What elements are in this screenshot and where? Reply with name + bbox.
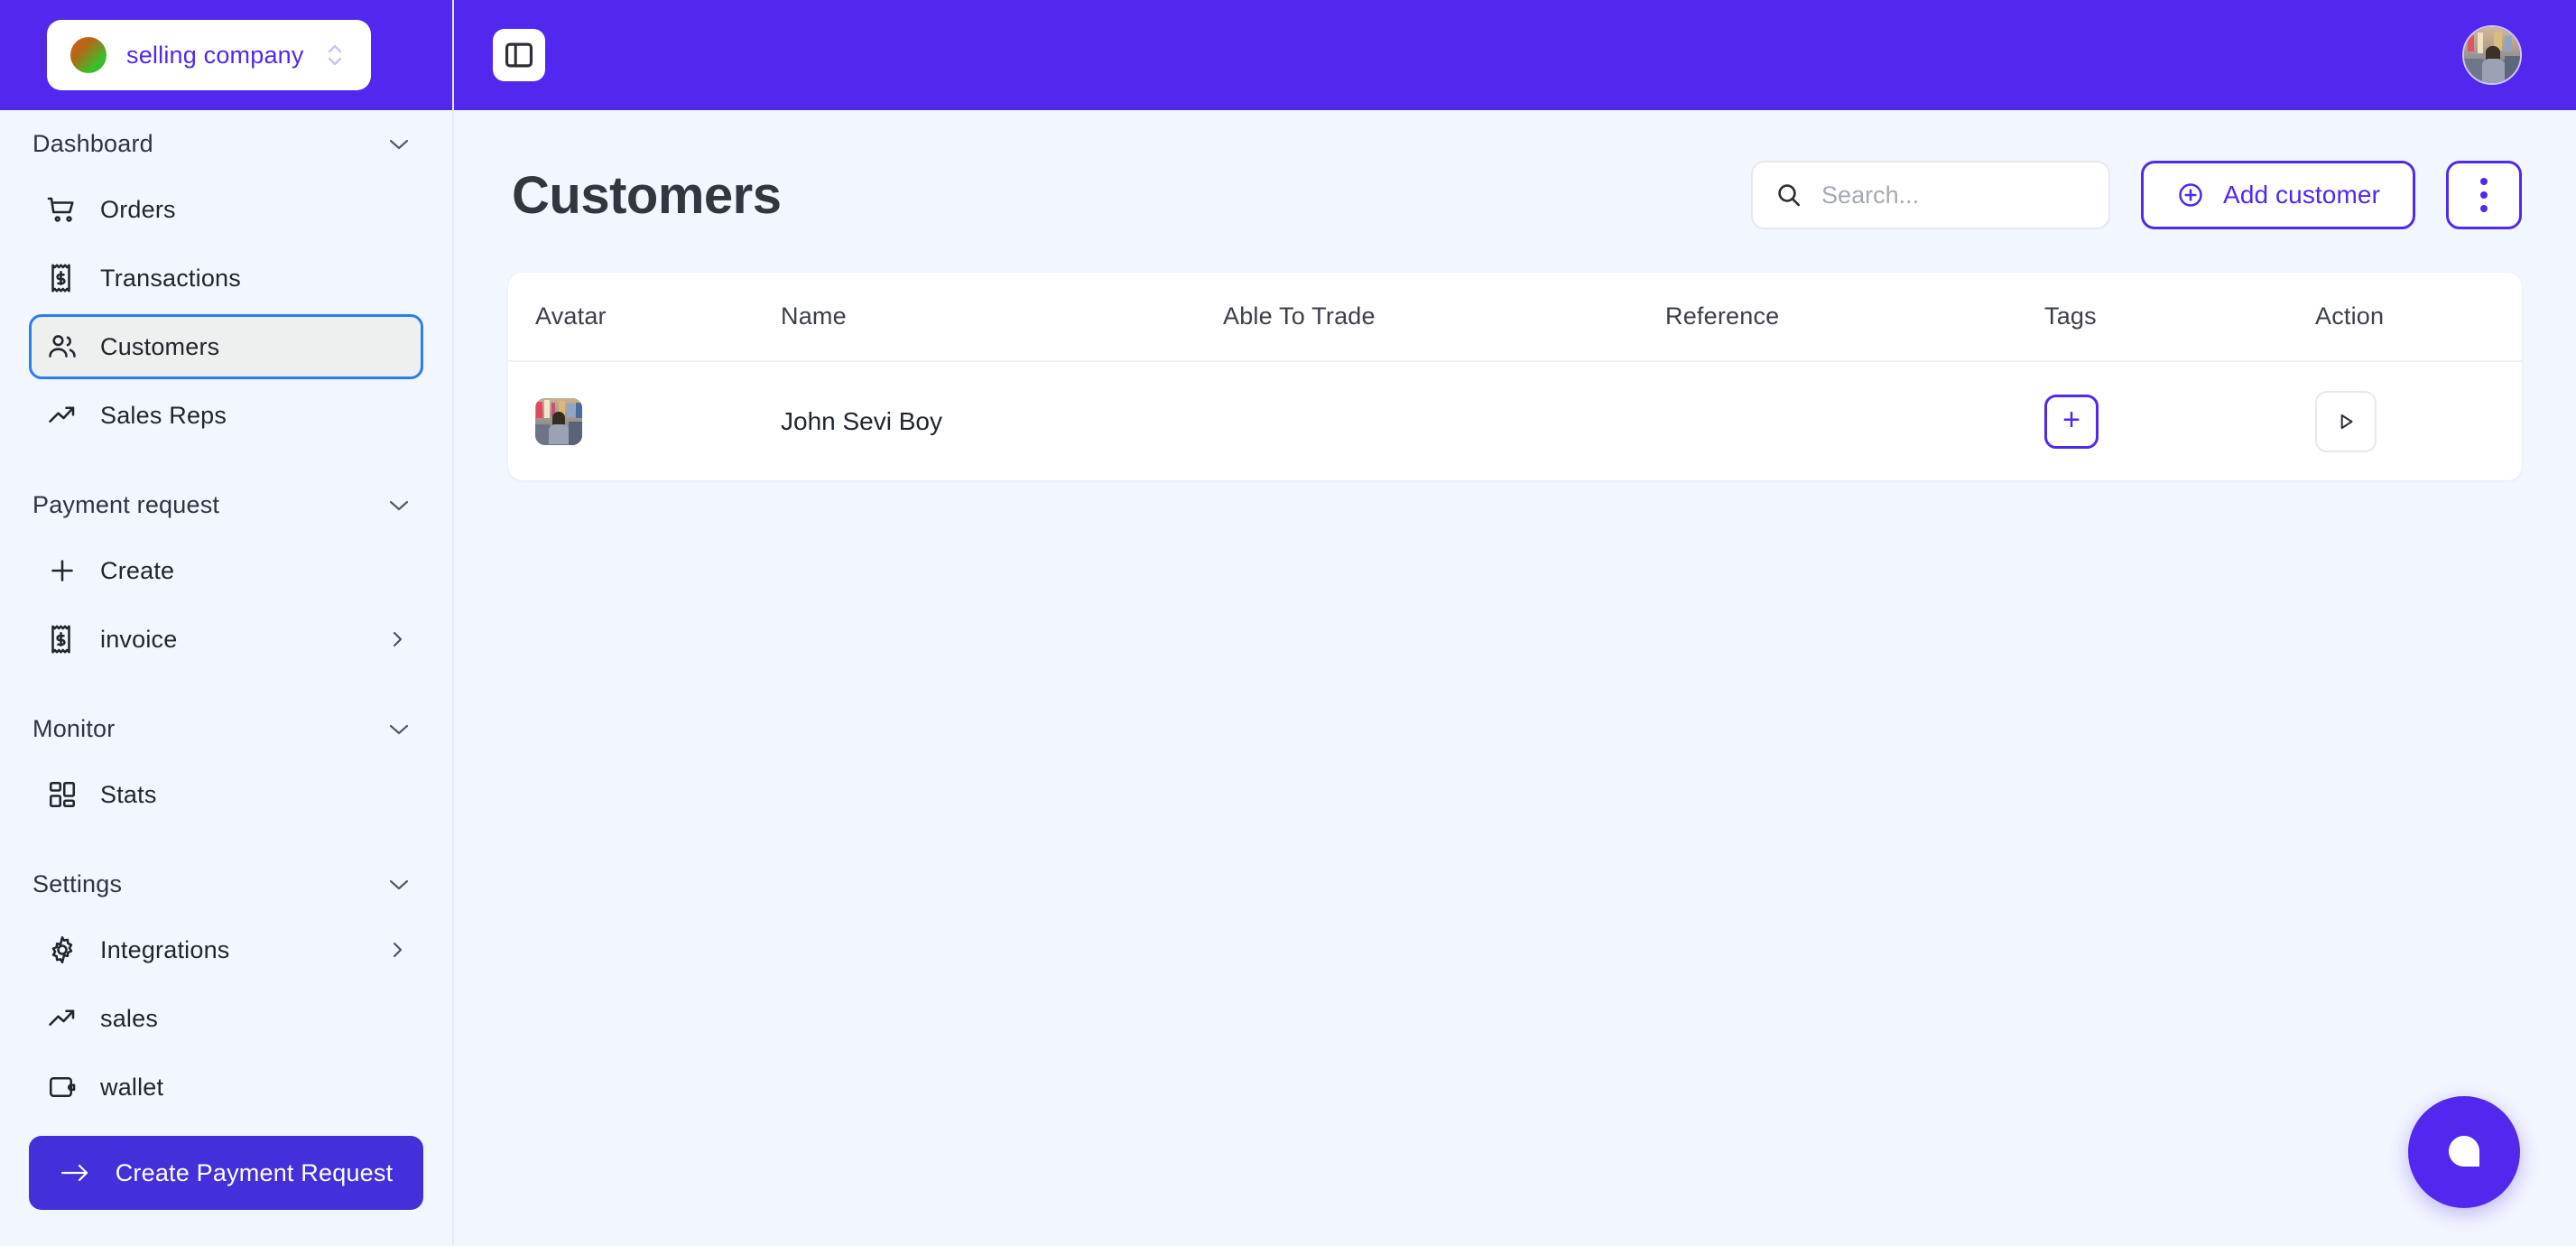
sidebar-group-label: Settings [32,869,123,897]
table-row[interactable]: John Sevi Boy + [508,361,2522,480]
customers-table: Avatar Name Able To Trade Reference Tags… [508,273,2522,480]
circle-plus-icon [2176,181,2205,209]
sidebar-item-integrations[interactable]: Integrations [29,917,423,982]
main-area: Customers Search... Add customer Avatar … [454,0,2576,1246]
customers-table-card: Avatar Name Able To Trade Reference Tags… [508,273,2522,480]
add-customer-label: Add customer [2223,181,2380,209]
sidebar-item-invoice[interactable]: invoice [29,607,423,672]
sidebar-item-transactions[interactable]: Transactions [29,246,423,311]
gear-icon [46,934,79,966]
sidebar-group-label: Monitor [32,714,116,742]
search-box[interactable] [1751,161,2111,229]
org-color-dot [70,37,107,73]
chat-bubble-icon[interactable] [2408,1096,2520,1208]
sidebar-item-orders[interactable]: Orders [29,177,423,242]
app-root: selling company Dashboard Orders Transac… [0,0,2576,1246]
table-head: Avatar Name Able To Trade Reference Tags… [508,273,2522,362]
column-header-name: Name [781,273,1223,362]
cell-action [2315,361,2522,480]
sidebar-group-dashboard[interactable]: Dashboard [29,110,423,177]
column-header-action: Action [2315,273,2522,362]
sidebar-item-customers[interactable]: Customers [29,314,423,379]
sidebar: selling company Dashboard Orders Transac… [0,0,454,1246]
sidebar-item-label: Transactions [100,264,241,292]
sidebar-group-settings[interactable]: Settings [29,851,423,917]
header-actions: Add customer [1751,161,2522,229]
page-header: Customers Search... Add customer [508,161,2522,229]
add-customer-button[interactable]: Add customer [2141,161,2415,229]
sidebar-item-label: wallet [100,1073,164,1101]
chevron-down-icon [387,877,411,891]
sidebar-group-label: Payment request [32,490,220,518]
row-action-play-button[interactable] [2315,390,2377,452]
chevron-down-icon [387,721,411,736]
sidebar-item-label: Create [100,556,175,584]
arrow-right-icon [60,1161,90,1185]
customer-avatar [535,397,582,445]
sidebar-item-sales[interactable]: sales [29,986,423,1051]
users-icon [46,330,79,363]
create-payment-request-label: Create Payment Request [115,1158,394,1186]
sidebar-item-sales-reps[interactable]: Sales Reps [29,383,423,448]
layout-grid-icon [46,778,79,811]
sidebar-item-label: Integrations [100,935,230,963]
org-name-label: selling company [126,41,304,69]
chevron-right-icon [388,628,406,650]
column-header-able-to-trade: Able To Trade [1223,273,1665,362]
sidebar-group-monitor[interactable]: Monitor [29,695,423,762]
column-header-avatar: Avatar [508,273,781,362]
sidebar-divider [29,831,423,851]
chevron-right-icon [388,939,406,961]
sidebar-item-label: Orders [100,195,176,223]
panel-left-icon[interactable] [493,29,545,81]
content-area: Customers Search... Add customer Avatar … [454,110,2576,1246]
sidebar-divider [29,451,423,471]
add-tag-button[interactable]: + [2044,394,2099,449]
topbar [454,0,2576,110]
trending-up-icon [46,1002,79,1035]
user-avatar-photo [2464,27,2520,83]
sidebar-group-label: Dashboard [32,129,153,157]
sidebar-item-label: Sales Reps [100,401,227,429]
kebab-menu-icon[interactable] [2446,161,2522,229]
shopping-cart-icon [46,193,79,226]
play-icon [2334,410,2358,433]
sidebar-item-wallet[interactable]: wallet [29,1055,423,1120]
search-icon [1774,181,1803,209]
search-input[interactable] [1821,181,2088,209]
sidebar-item-label: sales [100,1004,159,1032]
create-payment-request-button[interactable]: Create Payment Request [29,1136,423,1210]
avatar[interactable] [2462,25,2522,85]
wallet-icon [46,1071,79,1103]
customer-photo [535,397,582,445]
table-header-row: Avatar Name Able To Trade Reference Tags… [508,273,2522,362]
chevron-down-icon [387,136,411,151]
sidebar-divider [29,675,423,695]
sidebar-item-label: invoice [100,625,178,653]
sidebar-brand-zone: selling company [0,0,452,110]
cell-reference [1665,361,2044,480]
receipt-dollar-icon [46,262,79,294]
table-body: John Sevi Boy + [508,361,2522,480]
cell-avatar [508,361,781,480]
sidebar-nav: Dashboard Orders Transactions Customers … [0,110,452,1136]
cell-able-to-trade [1223,361,1665,480]
page-title: Customers [512,165,782,225]
org-switcher[interactable]: selling company [47,20,371,90]
sidebar-item-label: Stats [100,780,157,808]
trending-up-icon [46,399,79,432]
receipt-dollar-icon [46,623,79,656]
chevron-down-icon [387,497,411,512]
cell-tags: + [2044,361,2315,480]
sidebar-item-label: Customers [100,332,220,360]
chevron-up-down-icon [324,39,346,71]
column-header-reference: Reference [1665,273,2044,362]
sidebar-footer: Create Payment Request [0,1136,452,1246]
plus-icon [46,554,79,587]
sidebar-item-create[interactable]: Create [29,538,423,603]
sidebar-group-payment-request[interactable]: Payment request [29,471,423,538]
sidebar-item-stats[interactable]: Stats [29,762,423,827]
column-header-tags: Tags [2044,273,2315,362]
cell-name: John Sevi Boy [781,406,942,435]
